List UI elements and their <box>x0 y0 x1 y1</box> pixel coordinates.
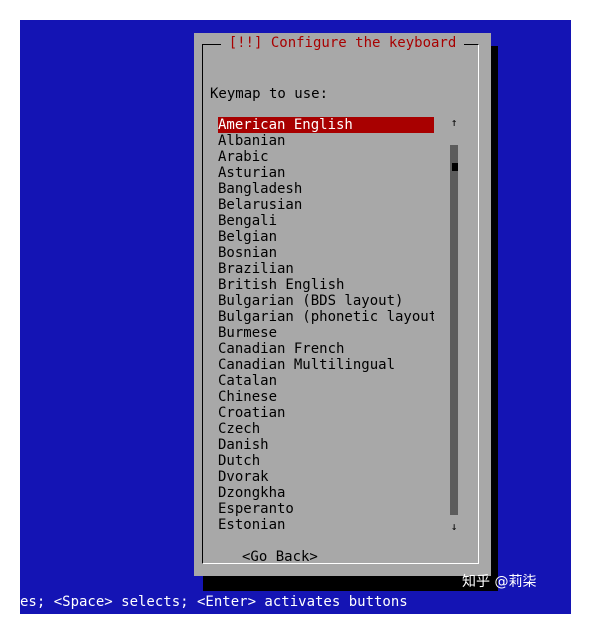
keymap-option[interactable]: American English <box>218 117 434 133</box>
scroll-up-arrow-icon[interactable]: ↑ <box>448 117 460 129</box>
keymap-option[interactable]: Bengali <box>218 213 434 229</box>
keymap-option[interactable]: Danish <box>218 437 434 453</box>
installer-screen: [!!] Configure the keyboard Keymap to us… <box>20 20 571 614</box>
dialog-title: [!!] Configure the keyboard <box>220 33 465 53</box>
keymap-option[interactable]: Burmese <box>218 325 434 341</box>
keymap-option[interactable]: Bosnian <box>218 245 434 261</box>
keymap-option[interactable]: Albanian <box>218 133 434 149</box>
scroll-down-arrow-icon[interactable]: ↓ <box>448 521 460 533</box>
keymap-scrollbar[interactable]: ↑ ↓ <box>448 117 460 533</box>
keymap-option[interactable]: Bangladesh <box>218 181 434 197</box>
keymap-option[interactable]: Chinese <box>218 389 434 405</box>
keymap-option[interactable]: Dzongkha <box>218 485 434 501</box>
keymap-option[interactable]: Belgian <box>218 229 434 245</box>
keymap-option[interactable]: Canadian French <box>218 341 434 357</box>
keymap-prompt: Keymap to use: <box>210 86 329 102</box>
keymap-option[interactable]: Estonian <box>218 517 434 533</box>
keymap-option[interactable]: Dutch <box>218 453 434 469</box>
keymap-option[interactable]: Catalan <box>218 373 434 389</box>
keymap-option[interactable]: Croatian <box>218 405 434 421</box>
keymap-list[interactable]: American English Albanian Arabic Asturian Ba… <box>218 117 434 533</box>
keymap-option[interactable]: Canadian Multilingual <box>218 357 434 373</box>
keymap-option[interactable]: Asturian <box>218 165 434 181</box>
keymap-option[interactable]: Belarusian <box>218 197 434 213</box>
watermark: 知乎 @莉柒 <box>462 574 537 590</box>
keymap-option[interactable]: Brazilian <box>218 261 434 277</box>
scrollbar-track[interactable] <box>450 145 458 515</box>
keymap-option[interactable]: Dvorak <box>218 469 434 485</box>
keymap-option[interactable]: British English <box>218 277 434 293</box>
keymap-option[interactable]: Czech <box>218 421 434 437</box>
keymap-option[interactable]: Bulgarian (BDS layout) <box>218 293 434 309</box>
configure-keyboard-dialog: [!!] Configure the keyboard Keymap to us… <box>194 33 491 576</box>
status-bar-hint: es; <Space> selects; <Enter> activates b… <box>20 594 408 610</box>
keymap-option[interactable]: Bulgarian (phonetic layout) <box>218 309 434 325</box>
dialog-title-bar: [!!] Configure the keyboard <box>194 33 491 53</box>
scrollbar-thumb[interactable] <box>452 163 458 171</box>
go-back-button[interactable]: <Go Back> <box>242 548 318 566</box>
keymap-option[interactable]: Esperanto <box>218 501 434 517</box>
keymap-option[interactable]: Arabic <box>218 149 434 165</box>
